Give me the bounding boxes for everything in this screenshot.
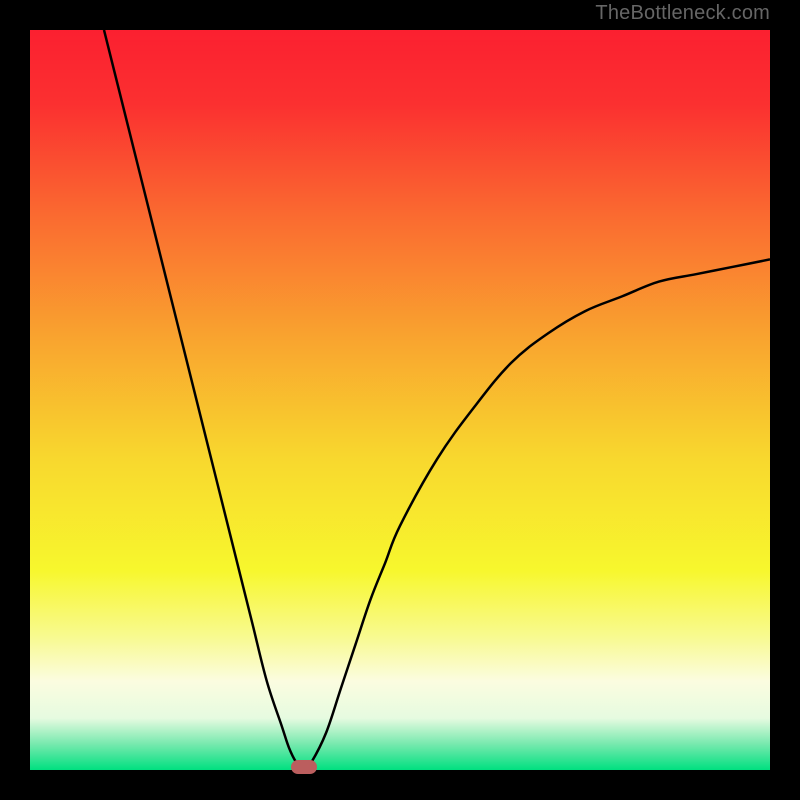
gradient-background: [30, 30, 770, 770]
optimum-marker: [291, 760, 317, 774]
watermark-text: TheBottleneck.com: [595, 2, 770, 25]
bottleneck-chart: [30, 30, 770, 770]
chart-frame: [30, 30, 770, 770]
